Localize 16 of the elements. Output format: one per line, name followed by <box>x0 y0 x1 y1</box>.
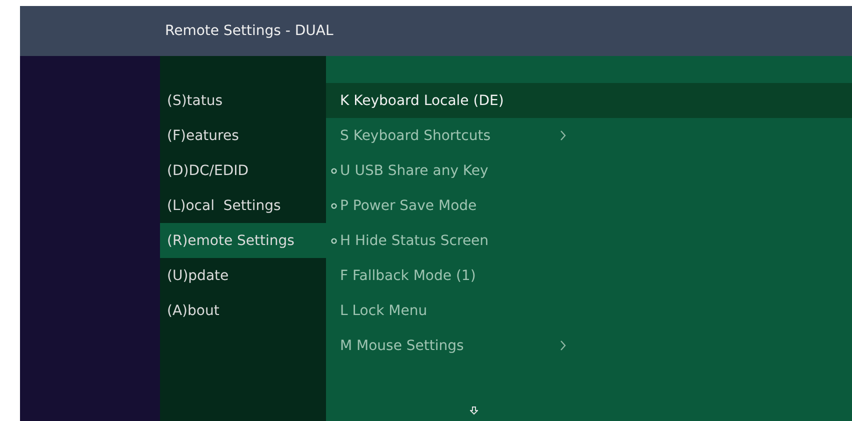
menu-item[interactable]: K Keyboard Locale (DE) <box>326 83 852 118</box>
sidebar-item[interactable]: (U)pdate <box>160 258 326 293</box>
menu-item[interactable]: S Keyboard Shortcuts <box>326 118 852 153</box>
sidebar-item[interactable]: (L)ocal Settings <box>160 188 326 223</box>
menu-item[interactable]: P Power Save Mode <box>326 188 852 223</box>
menu-item[interactable]: F Fallback Mode (1) <box>326 258 852 293</box>
menu-item[interactable]: M Mouse Settings <box>326 328 852 363</box>
window-title: Remote Settings - DUAL <box>165 23 334 39</box>
sidebar-item[interactable]: (R)emote Settings <box>160 223 326 258</box>
sidebar-item[interactable]: (S)tatus <box>160 83 326 118</box>
sidebar-item[interactable]: (D)DC/EDID <box>160 153 326 188</box>
sidebar-item[interactable]: (A)bout <box>160 293 326 328</box>
menu-item[interactable]: U USB Share any Key <box>326 153 852 188</box>
sidebar-item[interactable]: (F)eatures <box>160 118 326 153</box>
menu-item[interactable]: H Hide Status Screen <box>326 223 852 258</box>
menu-item[interactable]: L Lock Menu <box>326 293 852 328</box>
